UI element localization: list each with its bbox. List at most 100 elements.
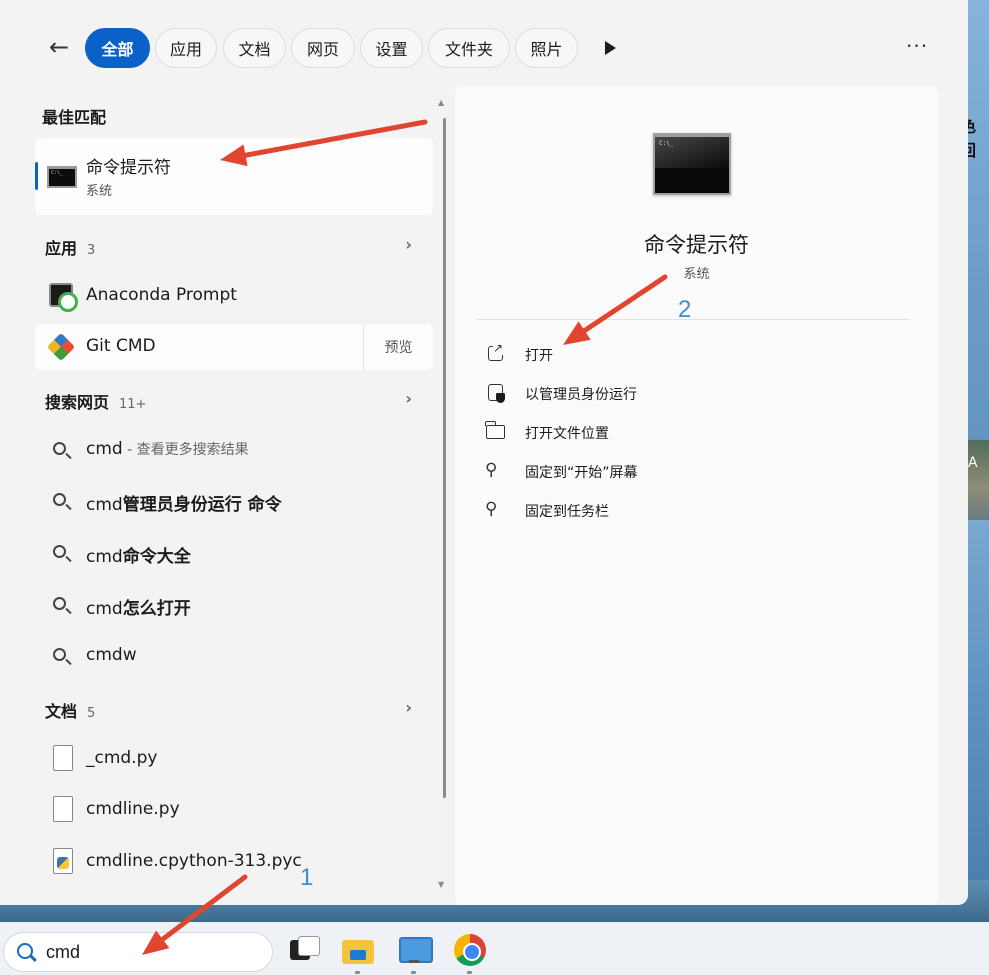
action-label: 打开: [525, 348, 553, 364]
web-count: 11+: [119, 397, 147, 412]
file-icon: [49, 796, 75, 822]
filter-apps[interactable]: 应用: [155, 28, 217, 68]
document-item[interactable]: cmdline.cpython-313.pyc: [35, 839, 433, 885]
app-name: Anaconda Prompt: [86, 285, 237, 305]
document-item[interactable]: _cmd.py: [35, 736, 433, 782]
running-indicator: [467, 971, 472, 974]
detail-subtitle: 系统: [683, 267, 710, 282]
preview-button[interactable]: 预览: [363, 324, 433, 370]
documents-count: 5: [87, 706, 96, 721]
document-item[interactable]: cmdline.py: [35, 787, 433, 833]
action-label: 固定到“开始”屏幕: [525, 465, 638, 481]
results-list: 最佳匹配 命令提示符 系统 应用 3 › Anaconda Prompt Git …: [0, 84, 450, 899]
apps-count: 3: [87, 243, 96, 258]
wallpaper-cliff: [966, 440, 989, 520]
web-heading-label: 搜索网页: [45, 393, 110, 412]
action-label: 打开文件位置: [525, 426, 609, 442]
resource-monitor-icon[interactable]: [398, 934, 433, 966]
command-prompt-large-icon: C:\_: [653, 133, 731, 195]
pin-icon: ⚲: [485, 460, 498, 480]
command-prompt-icon-text: C:\_: [659, 140, 674, 147]
best-match-card[interactable]: 命令提示符 系统: [35, 138, 433, 215]
git-icon: [46, 332, 76, 362]
pin-icon: ⚲: [485, 499, 498, 519]
annotation-step-1: 1: [300, 864, 314, 891]
selection-indicator: [35, 162, 38, 190]
action-pin-to-start[interactable]: ⚲ 固定到“开始”屏幕: [485, 456, 885, 486]
apps-heading-label: 应用: [45, 239, 78, 258]
admin-shield-icon: [485, 382, 507, 404]
annotation-step-2: 2: [678, 296, 692, 323]
wallpaper-letter: A: [968, 455, 978, 471]
chevron-right-icon: ›: [405, 698, 412, 717]
filter-web[interactable]: 网页: [291, 28, 355, 68]
web-result-label: cmd命令大全: [86, 547, 191, 567]
chevron-right-icon: ›: [405, 389, 412, 408]
filter-documents[interactable]: 文档: [223, 28, 286, 68]
search-icon: [49, 541, 75, 567]
scrollbar-thumb[interactable]: [443, 118, 446, 798]
chevron-right-icon: ›: [405, 235, 412, 254]
task-view-icon[interactable]: [288, 934, 320, 966]
best-match-subtitle: 系统: [86, 184, 113, 199]
action-label: 以管理员身份运行: [525, 387, 637, 403]
filter-settings[interactable]: 设置: [360, 28, 423, 68]
web-result-item[interactable]: cmd命令大全: [35, 530, 433, 576]
apps-heading[interactable]: 应用 3 ›: [45, 235, 440, 259]
chrome-icon[interactable]: [454, 934, 486, 966]
detail-pane: C:\_ 命令提示符 系统 打开 以管理员身份运行 打开文件位置 ⚲ 固定到“开…: [455, 86, 938, 905]
wallpaper-water: [966, 520, 989, 880]
search-icon: [49, 489, 75, 515]
back-arrow-icon[interactable]: ←: [44, 32, 74, 62]
best-match-heading: 最佳匹配: [42, 108, 107, 127]
search-icon: [49, 644, 75, 670]
filter-photos[interactable]: 照片: [515, 28, 578, 68]
python-file-icon: [49, 848, 75, 874]
scroll-up-arrow-icon[interactable]: ▲: [438, 98, 444, 107]
file-explorer-icon[interactable]: [342, 934, 374, 966]
best-match-title: 命令提示符: [86, 158, 171, 178]
file-icon: [49, 745, 75, 771]
search-icon: [49, 593, 75, 619]
document-name: _cmd.py: [86, 748, 158, 768]
command-prompt-icon: [47, 166, 77, 188]
scroll-down-arrow-icon[interactable]: ▼: [438, 880, 444, 889]
open-external-icon: [485, 341, 507, 365]
anaconda-prompt-icon: [49, 283, 78, 312]
document-name: cmdline.py: [86, 799, 180, 819]
scroll-filters-play-icon[interactable]: [605, 41, 616, 55]
action-label: 固定到任务栏: [525, 504, 609, 520]
app-name: Git CMD: [86, 336, 156, 356]
action-open[interactable]: 打开: [485, 339, 885, 369]
web-result-item[interactable]: cmd怎么打开: [35, 582, 433, 628]
action-run-as-admin[interactable]: 以管理员身份运行: [485, 378, 885, 408]
web-result-item[interactable]: cmd - 查看更多搜索结果: [35, 427, 433, 473]
detail-title: 命令提示符: [644, 233, 749, 257]
web-result-label: cmd怎么打开: [86, 599, 191, 619]
action-open-file-location[interactable]: 打开文件位置: [485, 417, 885, 447]
web-search-heading[interactable]: 搜索网页 11+ ›: [45, 389, 440, 413]
running-indicator: [411, 971, 416, 974]
filter-all[interactable]: 全部: [85, 28, 150, 68]
web-result-label: cmd - 查看更多搜索结果: [86, 439, 249, 459]
web-result-item[interactable]: cmd管理员身份运行 命令: [35, 478, 433, 524]
web-result-label: cmdw: [86, 645, 137, 665]
search-icon: [17, 943, 33, 959]
taskbar-search-input[interactable]: [46, 942, 246, 963]
folder-icon: [485, 421, 507, 443]
documents-heading[interactable]: 文档 5 ›: [45, 698, 440, 722]
web-result-label: cmd管理员身份运行 命令: [86, 495, 282, 515]
search-panel: ← 全部 应用 文档 网页 设置 文件夹 照片 ··· 最佳匹配 命令提示符 系…: [0, 0, 968, 905]
running-indicator: [355, 971, 360, 974]
filter-folders[interactable]: 文件夹: [428, 28, 510, 68]
more-options-icon[interactable]: ···: [906, 34, 928, 58]
action-pin-to-taskbar[interactable]: ⚲ 固定到任务栏: [485, 495, 885, 525]
document-name: cmdline.cpython-313.pyc: [86, 851, 302, 871]
taskbar-search-box[interactable]: [3, 932, 273, 972]
list-item-anaconda-prompt[interactable]: Anaconda Prompt: [35, 273, 433, 319]
documents-heading-label: 文档: [45, 702, 78, 721]
taskbar: [0, 922, 989, 975]
divider: [477, 319, 910, 320]
list-item-git-cmd[interactable]: Git CMD 预览: [35, 324, 433, 370]
web-result-item[interactable]: cmdw: [35, 633, 433, 679]
